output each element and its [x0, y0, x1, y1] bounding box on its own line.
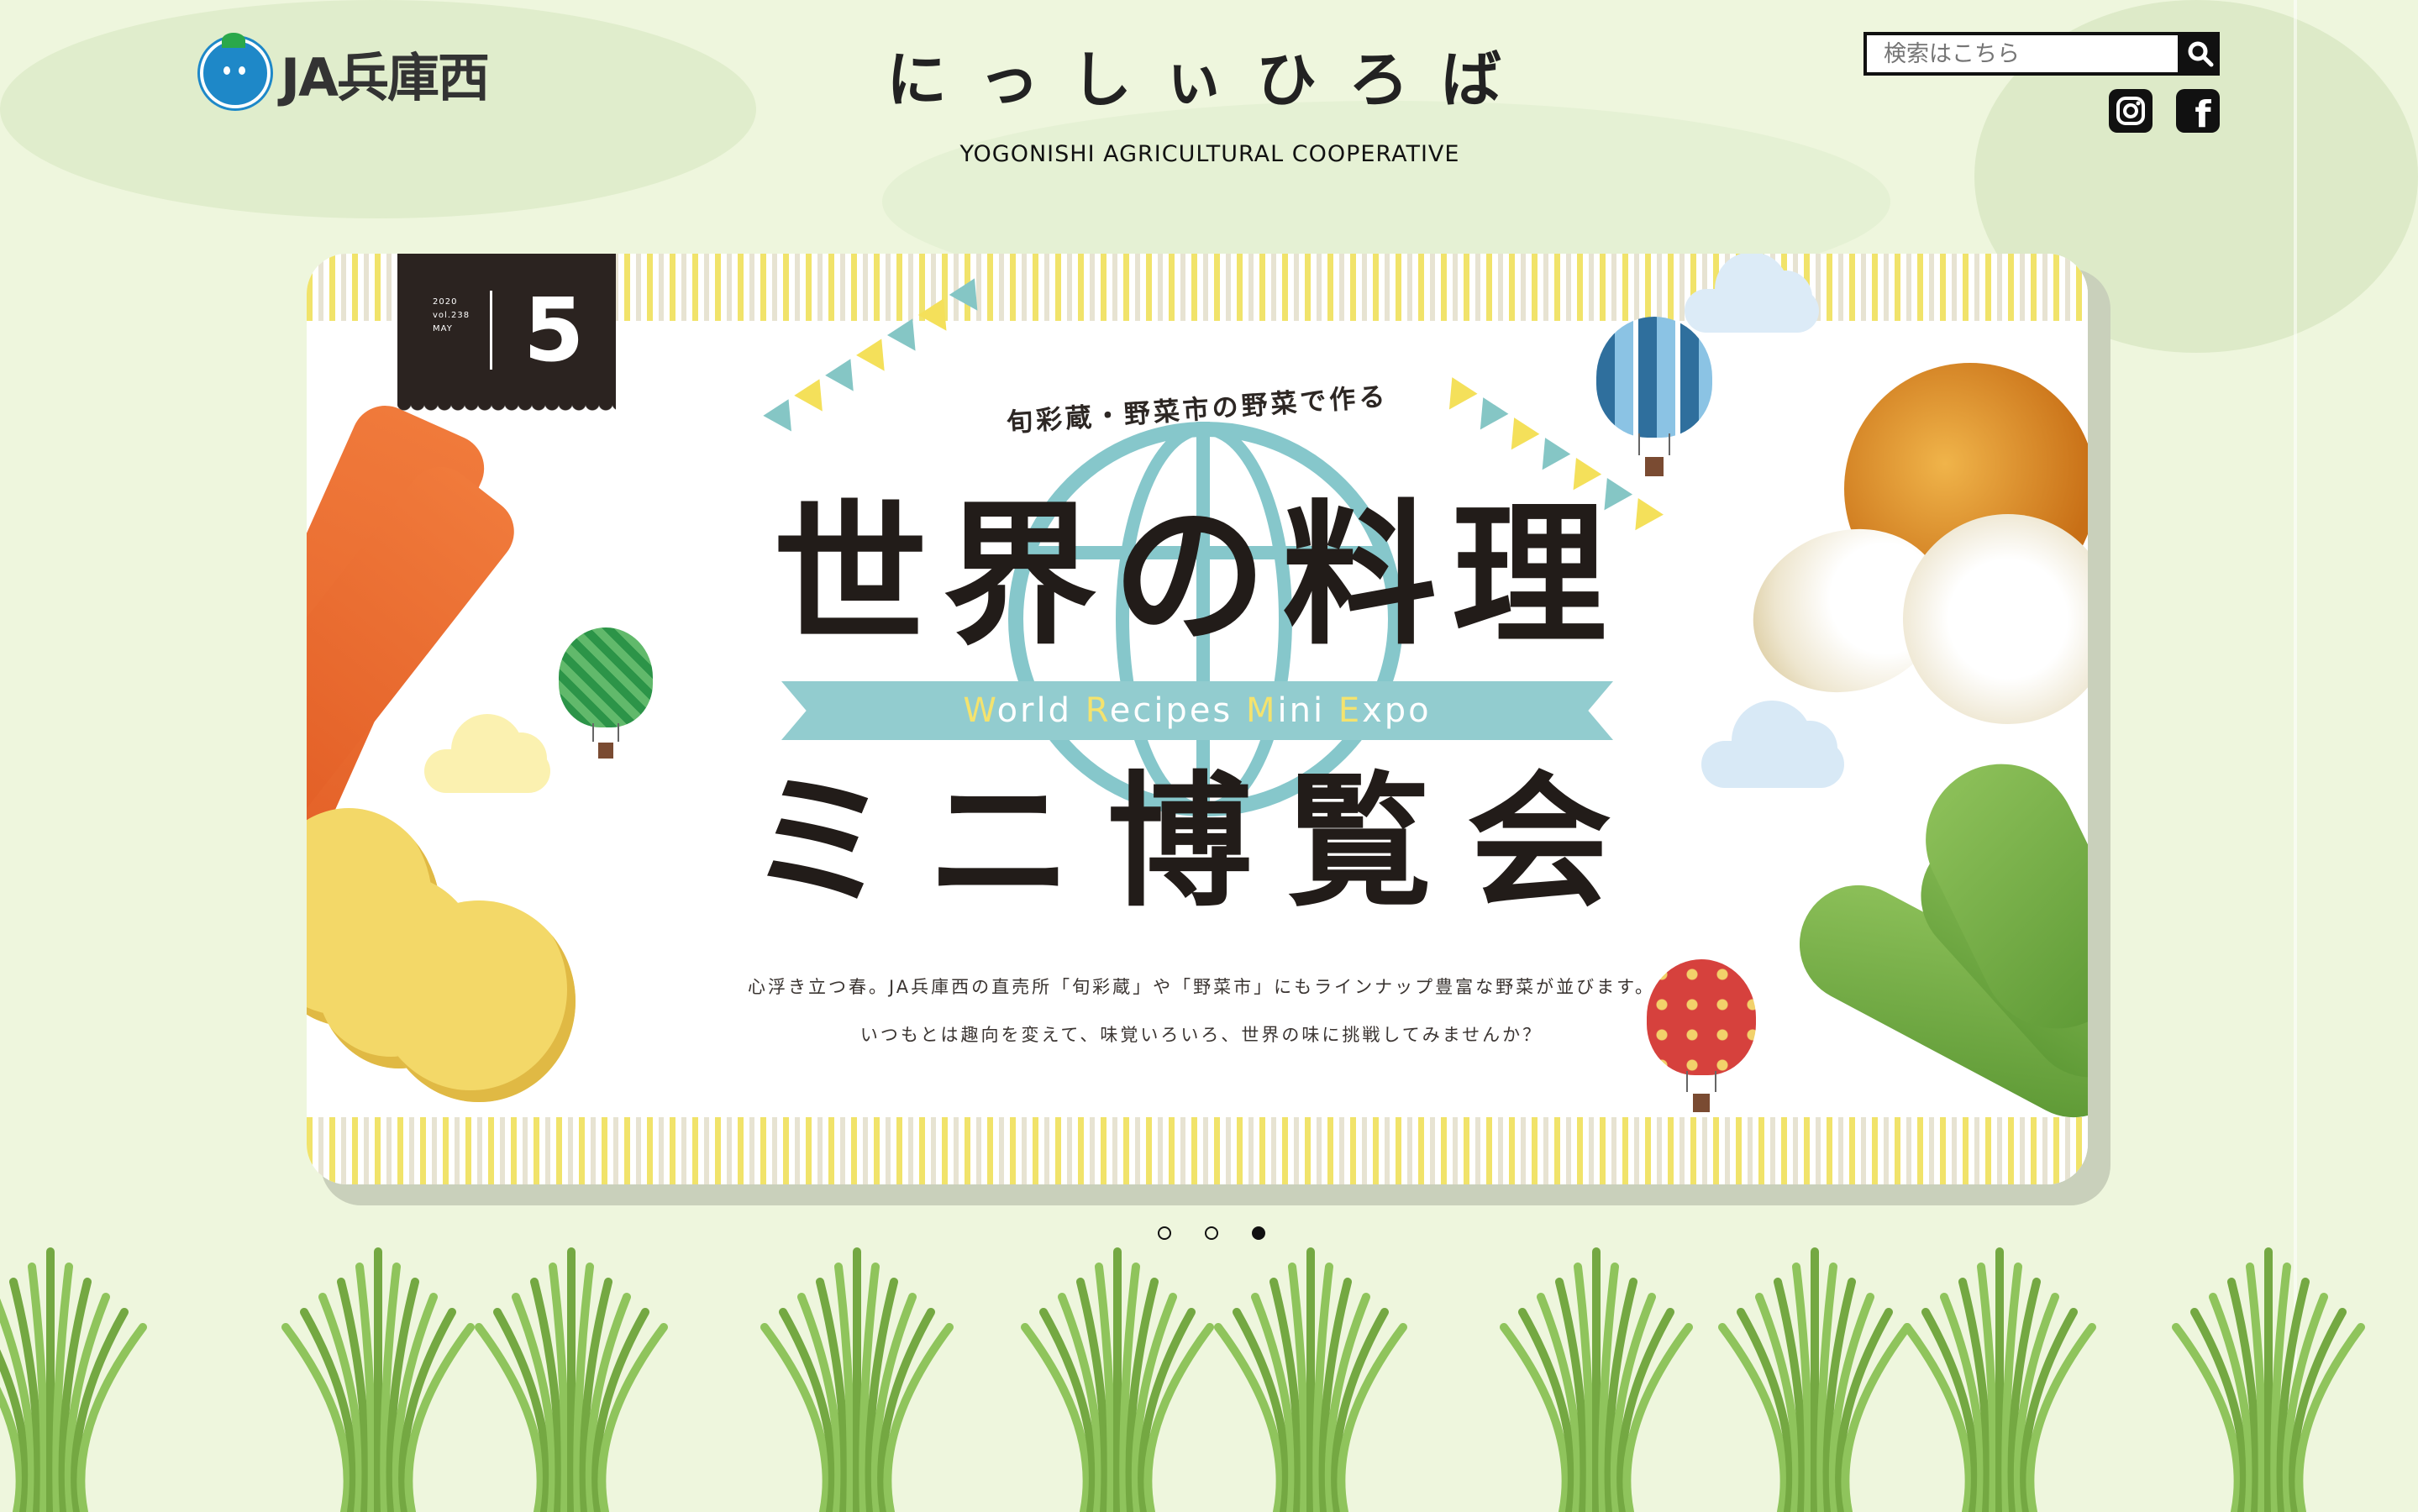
issue-year: 2020: [433, 297, 458, 307]
banner-headline-sub: ミニ博覧会: [748, 758, 1647, 927]
potato-image: [382, 900, 576, 1102]
issue-volume: vol.238: [433, 311, 470, 320]
site-subtitle: YOGONISHI AGRICULTURAL COOPERATIVE: [959, 141, 1460, 167]
hot-air-balloon-icon: [1596, 317, 1712, 476]
banner-ribbon: World Recipes Mini Expo: [781, 681, 1613, 740]
issue-month-label: MAY: [433, 324, 453, 333]
site-title: にっしぃひろば: [886, 45, 1533, 115]
issue-badge: 2020 vol.238 MAY 5: [397, 254, 616, 413]
ribbon-text: World Recipes Mini Expo: [963, 691, 1432, 730]
search-form: [1863, 32, 2220, 76]
ja-hyogonishi-logo[interactable]: JA兵庫西: [200, 33, 519, 111]
hero-banner-slide[interactable]: 2020 vol.238 MAY 5 旬彩蔵・野菜市の野菜で作る 世界の料理 W…: [307, 254, 2088, 1184]
instagram-icon: [2116, 97, 2145, 125]
banner-headline-main: 世界の料理: [772, 486, 1622, 666]
issue-meta: 2020 vol.238 MAY: [433, 296, 470, 336]
banner-description-1: 心浮き立つ春。JA兵庫西の直売所「旬彩蔵」や「野菜市」にもラインナップ豊富な野菜…: [747, 977, 1656, 997]
search-icon: [2188, 41, 2214, 67]
green-onion-decoration: [0, 1247, 2365, 1512]
search-input[interactable]: [1863, 32, 2181, 76]
facebook-link[interactable]: f: [2176, 89, 2220, 136]
logo-text: JA兵庫西: [281, 47, 490, 108]
logo-mascot-icon: [200, 33, 271, 108]
facebook-icon: f: [2195, 92, 2211, 136]
banner-description-2: いつもとは趣向を変えて、味覚いろいろ、世界の味に挑戦してみませんか？: [859, 1025, 1543, 1045]
issue-month-number: 5: [523, 279, 585, 381]
hot-air-balloon-icon: [559, 627, 653, 759]
banner-stripe-bottom: [307, 1117, 2088, 1184]
cloud-icon: [1701, 701, 1844, 788]
cloud-icon: [424, 714, 550, 793]
badge-divider: [490, 291, 492, 370]
search-button[interactable]: [2181, 32, 2220, 76]
instagram-link[interactable]: [2109, 89, 2153, 133]
